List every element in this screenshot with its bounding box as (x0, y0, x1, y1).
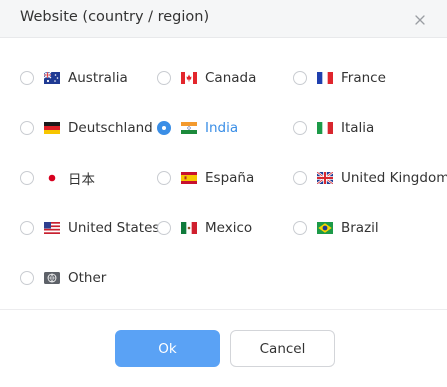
option-mexico[interactable]: Mexico (157, 217, 252, 239)
option-united-states[interactable]: United States (20, 217, 159, 239)
option-label: 日本 (68, 172, 95, 188)
option-united-kingdom[interactable]: United Kingdom (293, 167, 447, 189)
option-deutschland[interactable]: Deutschland (20, 117, 153, 139)
option-india[interactable]: India (157, 117, 238, 139)
option-label: Other (68, 270, 107, 286)
flag-brazil-icon (317, 222, 333, 234)
radio-button[interactable] (20, 271, 34, 285)
option-label: Brazil (341, 220, 379, 236)
option-label: Canada (205, 70, 257, 86)
option-australia[interactable]: Australia (20, 67, 128, 89)
option-label: España (205, 170, 255, 186)
flag-italy-icon (317, 122, 333, 134)
option-label: India (205, 120, 239, 136)
option-brazil[interactable]: Brazil (293, 217, 379, 239)
radio-button[interactable] (157, 171, 171, 185)
option-label: Deutschland (68, 120, 153, 136)
option-label: United Kingdom (341, 170, 447, 186)
dialog-header: Website (country / region) (0, 0, 447, 38)
option-label: United States (68, 220, 160, 236)
option-label: France (341, 70, 386, 86)
radio-button[interactable] (293, 221, 307, 235)
close-icon[interactable] (411, 11, 429, 29)
ok-button[interactable]: Ok (115, 330, 220, 367)
radio-button[interactable] (20, 121, 34, 135)
globe-icon (44, 272, 60, 284)
flag-uk-icon (317, 172, 333, 184)
radio-button[interactable] (20, 221, 34, 235)
option-label: Italia (341, 120, 375, 136)
flag-japan-icon (44, 172, 60, 184)
flag-spain-icon (181, 172, 197, 184)
option-label: Australia (68, 70, 128, 86)
flag-india-icon (181, 122, 197, 134)
radio-button[interactable] (20, 171, 34, 185)
footer-divider (0, 309, 447, 310)
cancel-button[interactable]: Cancel (230, 330, 335, 367)
option-canada[interactable]: Canada (157, 67, 256, 89)
flag-france-icon (317, 72, 333, 84)
option-other[interactable]: Other (20, 267, 106, 289)
country-region-dialog: Website (country / region) Australia Can… (0, 0, 447, 387)
option-label: Mexico (205, 220, 253, 236)
radio-button[interactable] (293, 171, 307, 185)
radio-button[interactable] (293, 71, 307, 85)
radio-button-selected[interactable] (157, 121, 171, 135)
option-italia[interactable]: Italia (293, 117, 374, 139)
flag-australia-icon (44, 72, 60, 84)
flag-mexico-icon (181, 222, 197, 234)
radio-button[interactable] (20, 71, 34, 85)
radio-button[interactable] (157, 71, 171, 85)
flag-germany-icon (44, 122, 60, 134)
radio-button[interactable] (157, 221, 171, 235)
flag-usa-icon (44, 222, 60, 234)
radio-button[interactable] (293, 121, 307, 135)
option-france[interactable]: France (293, 67, 386, 89)
flag-canada-icon (181, 72, 197, 84)
option-japan[interactable]: 日本 (20, 167, 95, 189)
dialog-title: Website (country / region) (20, 9, 210, 25)
option-espana[interactable]: España (157, 167, 254, 189)
